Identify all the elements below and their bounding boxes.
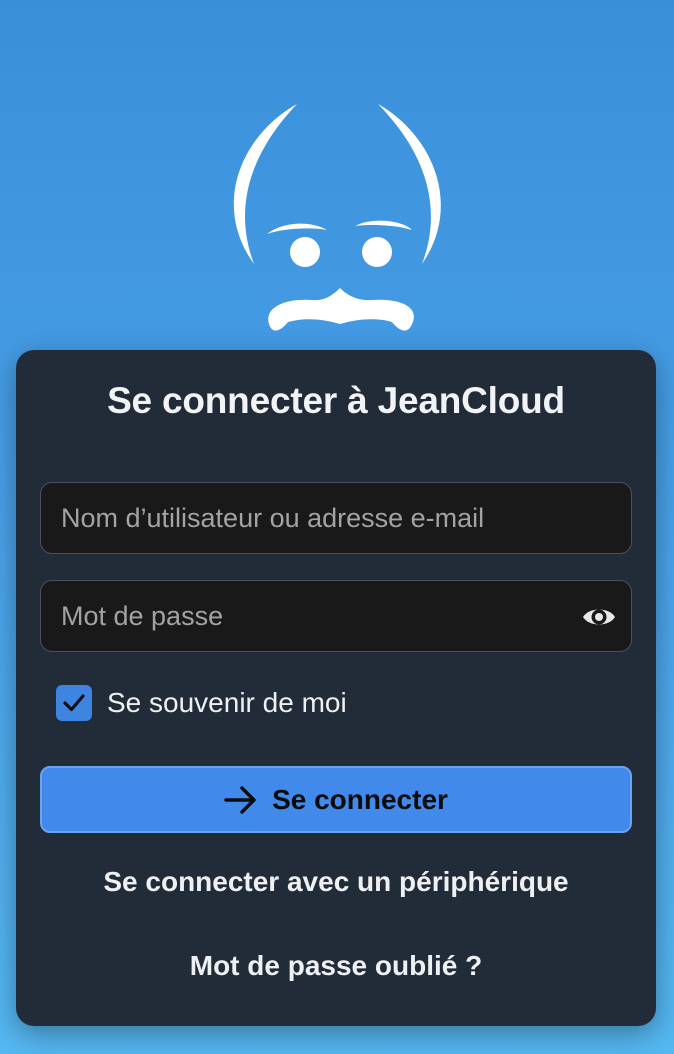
forgot-password-link[interactable]: Mot de passe oublié ?: [16, 950, 656, 982]
remember-me-toggle[interactable]: Se souvenir de moi: [56, 684, 347, 722]
sign-in-button[interactable]: Se connecter: [40, 766, 632, 833]
arrow-right-icon: [224, 785, 256, 814]
remember-me-checkbox[interactable]: [56, 685, 92, 721]
sign-in-with-device-link[interactable]: Se connecter avec un périphérique: [16, 866, 656, 898]
checkmark-icon: [63, 694, 85, 712]
password-input[interactable]: [41, 581, 631, 651]
password-field-container: [40, 580, 632, 652]
remember-me-label: Se souvenir de moi: [107, 687, 347, 718]
sign-in-button-label: Se connecter: [272, 783, 448, 815]
username-field-container: [40, 482, 632, 554]
jeancloud-logo: [233, 104, 441, 331]
eye-icon[interactable]: [581, 599, 617, 635]
login-card: Se connecter à JeanCloud Se souvenir de …: [16, 350, 656, 1026]
login-title: Se connecter à JeanCloud: [107, 380, 565, 421]
username-input[interactable]: [41, 483, 631, 553]
